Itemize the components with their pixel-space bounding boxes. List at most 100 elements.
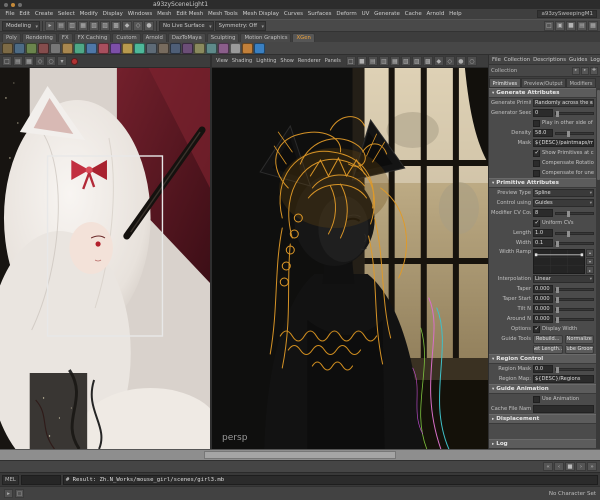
density-slider[interactable] [555,130,594,137]
shelf-icon[interactable] [242,42,253,54]
shelf-tab[interactable]: Arnold [141,33,167,42]
shelf-tab[interactable]: FX [57,33,73,42]
shelf-icon[interactable] [230,42,241,54]
flip-checkbox[interactable] [533,119,540,127]
viewport-menu-item[interactable]: View [214,58,230,64]
shelf-icon[interactable] [158,42,169,54]
shelf-tab[interactable]: Rendering [21,33,57,42]
viewport-menu-item[interactable]: Lighting [254,58,278,64]
cv-count-field[interactable]: 8 [533,209,553,217]
menu-item[interactable]: Cache [402,11,424,17]
xgen-menu-item[interactable]: Collection [504,57,530,63]
panel-toolbar-icon[interactable]: ▤ [13,56,23,66]
render-icon[interactable]: ▣ [555,20,565,31]
xgen-menu-item[interactable]: Descriptions [533,57,566,63]
status-icon[interactable]: ▧ [89,20,100,31]
status-icon[interactable]: ▤ [56,20,67,31]
width-field[interactable]: 0.1 [533,239,553,247]
menu-item[interactable]: Mesh Display [240,11,281,17]
panel-toolbar-icon[interactable]: ◇ [35,56,45,66]
status-icon[interactable]: ▦ [78,20,89,31]
shelf-icon[interactable] [98,42,109,54]
xgen-tab[interactable]: Preview/Output [520,78,567,88]
compensate-rotation-checkbox[interactable] [533,159,540,167]
region-mask-slider[interactable] [555,366,594,373]
playback-button[interactable]: ■ [565,462,575,471]
collection-icon[interactable]: ▸ [581,66,589,75]
shelf-icon[interactable] [50,42,61,54]
region-map-field[interactable]: ${DESC}/Regions [533,375,594,383]
shelf-icon[interactable] [134,42,145,54]
width-slider[interactable] [555,240,594,247]
interpolation-dropdown[interactable]: Linear [533,275,594,283]
uniform-cvs-checkbox[interactable] [533,219,540,227]
reference-image[interactable] [0,68,210,449]
section-displacement[interactable]: Displacement [489,414,596,424]
generator-seed-slider[interactable] [555,110,594,117]
menu-item[interactable]: Curves [281,11,305,17]
shelf-icon[interactable] [2,42,13,54]
use-animation-checkbox[interactable] [533,395,540,403]
menu-item[interactable]: Mesh [155,11,174,17]
tilt-field[interactable]: 0.000 [533,305,553,313]
shelf-icon[interactable] [122,42,133,54]
generator-seed-field[interactable]: 0 [533,109,553,117]
panel-toolbar-icon[interactable]: ○ [46,56,56,66]
shelf-icon[interactable] [74,42,85,54]
menu-item[interactable]: Deform [334,11,359,17]
rebuild-button[interactable]: Rebuild... [533,334,563,344]
viewport-menu-item[interactable]: Panels [323,58,343,64]
viewport-toolbar-icon[interactable]: ▦ [389,56,400,66]
character-set-status[interactable]: No Character Set [549,491,596,497]
length-slider[interactable] [555,230,594,237]
shelf-icon[interactable] [14,42,25,54]
status-icon[interactable]: ▥ [67,20,78,31]
status-icon[interactable]: ● [144,20,155,31]
viewport-toolbar-icon[interactable]: ◆ [433,56,444,66]
viewport-toolbar-icon[interactable]: ▤ [367,56,378,66]
shelf-icon[interactable] [146,42,157,54]
viewport-canvas[interactable]: persp [212,68,488,449]
control-using-dropdown[interactable]: Guides [533,199,594,207]
compensate-uneven-checkbox[interactable] [533,169,540,177]
xgen-tab[interactable]: Modifiers [566,78,596,88]
symmetry-selector[interactable]: Symmetry: Off [214,20,266,31]
render-icon[interactable]: ▦ [588,20,598,31]
shelf-tab[interactable]: Motion Graphics [240,33,292,42]
normalize-button[interactable]: Normalize [564,334,594,344]
shelf-icon[interactable] [86,42,97,54]
status-icon[interactable]: ▸ [45,20,56,31]
section-primitive-attributes[interactable]: Primitive Attributes [489,178,596,188]
taper-field[interactable]: 0.000 [533,285,553,293]
menu-set-selector[interactable]: Modeling [2,20,41,31]
collection-icon[interactable]: ✚ [590,66,598,75]
viewport-menu-item[interactable]: Shading [230,58,254,64]
shelf-tab[interactable]: XGen [292,33,315,42]
viewport-toolbar-icon[interactable]: ▩ [422,56,433,66]
viewport-toolbar-icon[interactable]: ○ [466,56,477,66]
menu-item[interactable]: Modify [77,11,100,17]
range-slider[interactable] [0,449,600,460]
panel-toolbar-icon[interactable]: ▾ [57,56,67,66]
preview-type-dropdown[interactable]: Spline [533,189,594,197]
menu-item[interactable]: Arnold [424,11,447,17]
record-icon[interactable] [71,57,78,65]
mask-expression-field[interactable]: ${DESC}/paintmaps/mask [533,139,594,147]
panel-toolbar-icon[interactable]: □ [2,56,12,66]
region-mask-field[interactable]: 0.0 [533,365,553,373]
taper-slider[interactable] [555,286,594,293]
window-menu-icon[interactable] [4,2,8,7]
panel-toolbar-icon[interactable]: ▦ [24,56,34,66]
ramp-add-button[interactable]: ▴ [586,249,594,257]
tilt-slider[interactable] [555,306,594,313]
help-line-icon[interactable]: □ [15,489,24,498]
section-generate-attributes[interactable]: Generate Attributes [489,88,596,98]
status-icon[interactable]: ◇ [133,20,144,31]
width-ramp-widget[interactable] [533,249,585,274]
shelf-icon[interactable] [218,42,229,54]
viewport-menu-item[interactable]: Show [278,58,296,64]
menu-item[interactable]: Edit [17,11,32,17]
status-icon[interactable]: ▩ [111,20,122,31]
menu-item[interactable]: Help [447,11,464,17]
viewport-menu-item[interactable]: Renderer [296,58,323,64]
